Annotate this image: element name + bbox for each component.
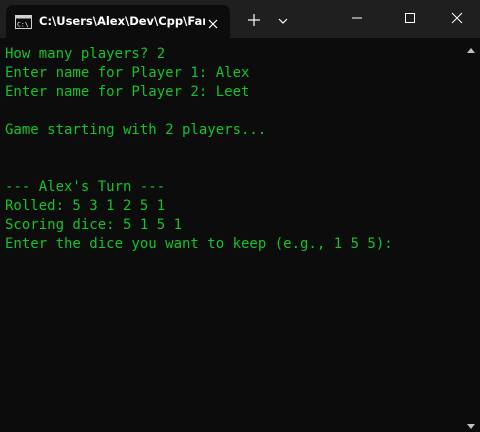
cmd-terminal-icon: C:\ xyxy=(15,14,32,29)
vertical-scrollbar[interactable] xyxy=(462,38,480,432)
scroll-down-arrow-icon[interactable] xyxy=(466,416,476,432)
tab-title: C:\Users\Alex\Dev\Cpp\Far xyxy=(39,14,205,28)
terminal-prompt-line: Enter the dice you want to keep (e.g., 1… xyxy=(5,236,393,252)
close-window-icon[interactable] xyxy=(442,8,472,28)
terminal-output[interactable]: How many players? 2 Enter name for Playe… xyxy=(0,38,462,432)
terminal-line: Game starting with 2 players... xyxy=(5,122,267,138)
terminal-line: Rolled: 5 3 1 2 5 1 xyxy=(5,198,166,214)
close-tab-icon[interactable] xyxy=(207,15,219,29)
terminal-line: Enter name for Player 1: Alex xyxy=(5,65,250,81)
maximize-icon[interactable] xyxy=(395,8,425,28)
terminal-line: --- Alex's Turn --- xyxy=(5,179,166,195)
terminal-window: C:\ C:\Users\Alex\Dev\Cpp\Far How many p… xyxy=(0,0,480,432)
svg-text:C:\: C:\ xyxy=(17,21,29,29)
terminal-tab[interactable]: C:\ C:\Users\Alex\Dev\Cpp\Far xyxy=(6,5,230,38)
terminal-line: Enter name for Player 2: Leet xyxy=(5,84,250,100)
terminal-line: Scoring dice: 5 1 5 1 xyxy=(5,217,183,233)
chevron-down-icon[interactable] xyxy=(276,13,290,27)
scroll-up-arrow-icon[interactable] xyxy=(466,41,476,60)
new-tab-plus-icon[interactable] xyxy=(244,11,264,29)
title-bar: C:\ C:\Users\Alex\Dev\Cpp\Far xyxy=(0,0,480,38)
terminal-line: How many players? 2 xyxy=(5,46,166,62)
minimize-icon[interactable] xyxy=(342,8,372,28)
